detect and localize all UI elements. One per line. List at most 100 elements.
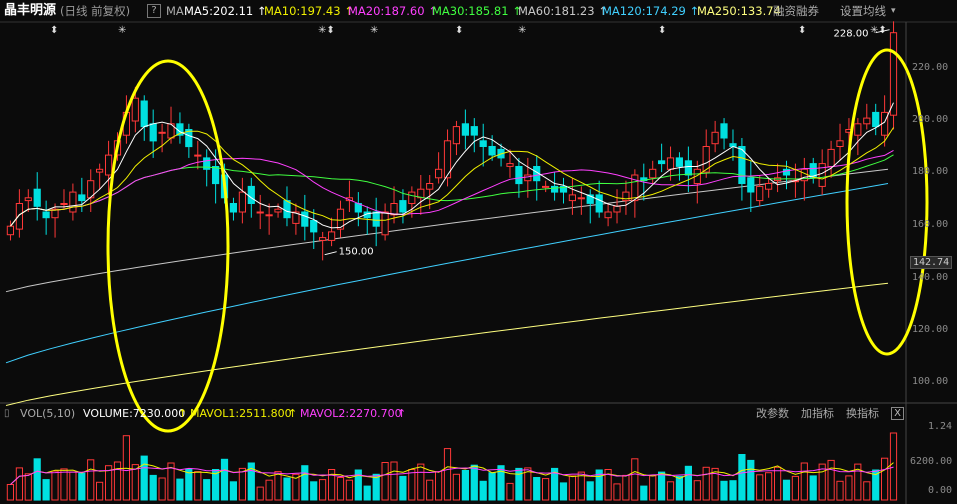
modify-params-button[interactable]: 改参数	[756, 405, 789, 423]
candle	[256, 211, 264, 214]
close-icon[interactable]: X	[891, 407, 904, 420]
volume-bar	[24, 473, 32, 501]
volume-bar	[809, 475, 817, 501]
volume-bar	[265, 479, 273, 501]
volume-bar	[889, 432, 898, 501]
highlight-ellipse-right	[845, 48, 929, 356]
candle	[827, 148, 835, 167]
candle	[577, 197, 585, 200]
candle	[78, 194, 86, 202]
candle	[426, 183, 434, 190]
volume-bar	[443, 448, 452, 501]
candle	[131, 97, 139, 122]
volume-bar	[586, 481, 594, 501]
mavol1-arrow-icon: ↑	[288, 407, 298, 420]
candle	[274, 208, 282, 213]
volume-bar	[845, 475, 853, 501]
volume-bar	[113, 461, 122, 501]
volume-bar	[140, 455, 148, 501]
volume-bar	[765, 472, 773, 501]
candle	[238, 191, 247, 213]
candle	[675, 157, 683, 167]
candle	[435, 168, 443, 179]
volume-lock-icon[interactable]: ▯	[4, 405, 10, 423]
volume-bar	[220, 458, 229, 501]
volume-bar	[666, 481, 675, 501]
volume-bar	[658, 471, 666, 501]
volume-bar	[283, 477, 291, 501]
candle	[524, 174, 532, 182]
volume-bar	[399, 475, 407, 501]
candle	[33, 188, 41, 207]
candle	[765, 183, 773, 190]
volume-bar	[533, 477, 541, 501]
candle	[265, 214, 273, 217]
price-tick-label: 200.00	[912, 114, 949, 125]
candle	[301, 211, 309, 227]
volume-bar	[42, 479, 50, 501]
volume-bar	[881, 457, 889, 501]
volume-bar	[675, 475, 683, 501]
high-pointer	[875, 29, 890, 34]
candle	[479, 140, 487, 148]
volume-bar	[301, 465, 309, 501]
highlight-ellipse-left	[106, 59, 230, 433]
volume-bar	[747, 459, 755, 501]
volume-bar	[640, 485, 648, 501]
volume-bar	[51, 470, 59, 501]
candle	[283, 200, 291, 219]
candle	[381, 211, 389, 236]
volume-bar	[479, 480, 487, 501]
candle	[658, 160, 666, 165]
candle	[506, 163, 514, 167]
candle	[149, 123, 157, 142]
volume-bar	[426, 479, 434, 501]
price-tick-label: 220.00	[912, 62, 949, 73]
volume-tick-label: 0.00	[928, 485, 953, 496]
mavol2-arrow-icon: ↑	[397, 407, 407, 420]
candle	[542, 185, 550, 188]
price-tick-label: 120.00	[912, 324, 949, 335]
candle	[515, 166, 523, 185]
candle	[247, 185, 255, 204]
volume-bar	[613, 483, 621, 501]
candle	[854, 123, 862, 136]
volume-header: ▯ VOL(5,10) VOLUME:7230.000 ↑ MAVOL1:251…	[0, 405, 957, 423]
switch-indicator-button[interactable]: 换指标	[846, 405, 879, 423]
candle	[158, 131, 166, 134]
candle	[666, 157, 675, 170]
volume-bar	[800, 462, 808, 501]
volume-bar	[791, 475, 799, 501]
volume-bar	[452, 473, 460, 501]
volume-bar	[756, 474, 764, 501]
volume-bar	[631, 458, 639, 501]
volume-bar	[336, 477, 345, 501]
low-price-label: 150.00	[339, 247, 374, 258]
mavol1-value: MAVOL1:2511.800	[190, 407, 292, 420]
volume-bar	[238, 467, 247, 501]
candle	[604, 211, 612, 219]
volume-bar	[149, 474, 157, 501]
volume-bar	[310, 481, 318, 501]
volume-value: VOLUME:7230.000	[83, 407, 186, 420]
volume-tick-label: 6200.00	[910, 456, 953, 467]
candle	[42, 211, 50, 219]
low-pointer	[324, 251, 337, 256]
add-indicator-button[interactable]: 加指标	[801, 405, 834, 423]
current-price-tag: 142.74	[910, 256, 953, 269]
candle	[6, 225, 14, 236]
candle	[747, 177, 755, 193]
volume-bar	[542, 478, 550, 501]
volume-bar	[158, 477, 166, 501]
candle	[452, 126, 460, 145]
candle	[408, 191, 416, 205]
volume-bar	[782, 479, 791, 501]
volume-bar	[863, 481, 871, 501]
mavol2-value: MAVOL2:2270.700	[300, 407, 402, 420]
volume-bar	[229, 481, 238, 501]
candle	[836, 140, 844, 148]
volume-bar	[720, 480, 728, 501]
candle	[863, 117, 871, 125]
candle	[69, 191, 77, 213]
price-chart[interactable]: 228.00 150.00	[0, 0, 957, 504]
